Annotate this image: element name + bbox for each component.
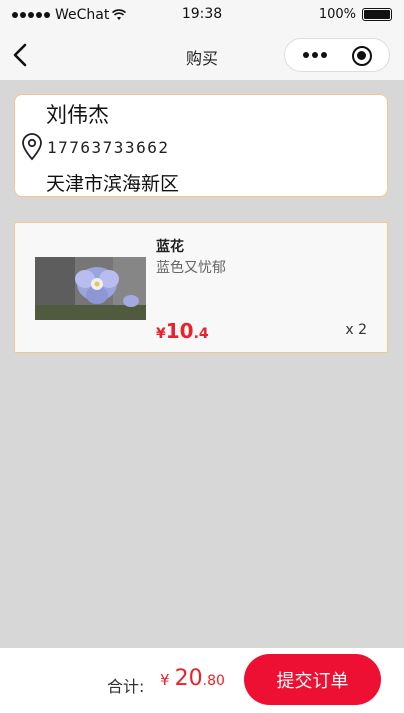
price-decimal: .4 [193, 326, 209, 342]
mini-program-capsule [284, 38, 390, 72]
location-pin-icon [22, 133, 42, 161]
product-card[interactable]: 蓝花 蓝色又忧郁 ¥10.4 x 2 [14, 222, 388, 353]
recipient-name: 刘伟杰 [46, 103, 109, 127]
price-integer: 10 [165, 319, 194, 343]
product-image [35, 257, 146, 320]
more-icon[interactable] [303, 52, 327, 58]
submit-order-button[interactable]: 提交订单 [244, 654, 381, 705]
status-bar: WeChat 19:38 100% [0, 0, 404, 30]
address-card[interactable]: 刘伟杰 17763733662 天津市滨海新区 [14, 94, 388, 197]
total-label: 合计: [107, 677, 145, 696]
checkout-bar: 合计: ¥ 20.80 提交订单 [0, 648, 404, 713]
price-symbol: ¥ [156, 326, 166, 342]
product-quantity: x 2 [345, 322, 367, 338]
close-target-icon[interactable] [352, 46, 372, 66]
total-price: ¥ 20.80 [160, 666, 225, 691]
battery-percent: 100% [318, 7, 356, 22]
status-right: 100% [319, 7, 392, 22]
recipient-phone: 17763733662 [47, 138, 170, 157]
recipient-address: 天津市滨海新区 [46, 173, 180, 195]
product-description: 蓝色又忧郁 [156, 260, 226, 276]
total-decimal: .80 [202, 673, 225, 689]
total-symbol: ¥ [160, 671, 170, 689]
nav-bar: 购买 [0, 30, 404, 80]
battery-icon [362, 8, 392, 21]
total-integer: 20 [174, 666, 203, 691]
product-price: ¥10.4 [156, 319, 209, 343]
product-name: 蓝花 [156, 239, 184, 255]
